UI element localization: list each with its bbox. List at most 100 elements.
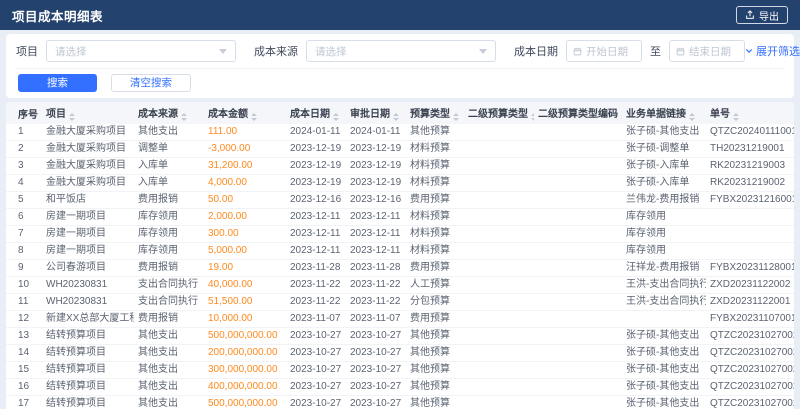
table-row: 16 结转预算项目 其他支出 400,000,000.00 2023-10-27 2023… xyxy=(6,378,794,396)
cell-index: 9 xyxy=(6,259,42,277)
cell-doc-link[interactable]: 库存领用 xyxy=(622,225,706,243)
table-row: 9 公司春游项目 费用报销 19.00 2023-11-28 2023-11-28 费用预算… xyxy=(6,259,794,277)
cell-cost-source: 其他支出 xyxy=(134,327,204,345)
cost-date-filter-label: 成本日期 xyxy=(514,46,558,58)
cell-doc-link[interactable]: 库存领用 xyxy=(622,208,706,226)
cell-approval-date: 2024-01-11 xyxy=(346,124,406,141)
cell-doc-link[interactable]: 张子硕-入库单 xyxy=(622,157,706,175)
cell-cost-date: 2023-10-27 xyxy=(286,327,346,345)
sort-icon[interactable] xyxy=(733,113,739,121)
cell-sub-budget-type xyxy=(464,140,534,158)
cell-sub-budget-type-code xyxy=(534,242,622,260)
cost-source-filter: 成本来源 请选择 xyxy=(254,40,496,62)
cell-approval-date: 2023-11-28 xyxy=(346,259,406,277)
cell-budget-type: 费用预算 xyxy=(406,191,464,209)
column-label: 预算类型 xyxy=(410,109,450,120)
cell-doc-link[interactable]: 张子硕-其他支出 xyxy=(622,378,706,396)
cell-cost-amount: 51,500.00 xyxy=(204,293,286,311)
cell-doc-link[interactable]: 张子硕-入库单 xyxy=(622,174,706,192)
column-header-cost-date[interactable]: 成本日期 xyxy=(286,102,346,124)
chevron-down-icon xyxy=(479,48,487,54)
cell-sub-budget-type-code xyxy=(534,191,622,209)
cell-doc-no: ZXD20231122002 xyxy=(706,276,794,294)
column-header-project[interactable]: 项目 xyxy=(42,102,134,124)
end-date-input[interactable]: 结束日期 xyxy=(669,40,745,62)
cell-cost-date: 2024-01-11 xyxy=(286,124,346,141)
cell-doc-no xyxy=(706,242,794,260)
cell-project: 结转预算项目 xyxy=(42,378,134,396)
cell-doc-link[interactable]: 张子硕-其他支出 xyxy=(622,344,706,362)
chevron-down-icon xyxy=(745,47,753,55)
cell-approval-date: 2023-12-19 xyxy=(346,140,406,158)
cell-cost-source: 入库单 xyxy=(134,174,204,192)
cell-project: 结转预算项目 xyxy=(42,361,134,379)
table-row: 13 结转预算项目 其他支出 500,000,000.00 2023-10-27 2023… xyxy=(6,327,794,345)
cell-budget-type: 其他预算 xyxy=(406,378,464,396)
sort-icon[interactable] xyxy=(333,113,339,121)
cost-source-select-placeholder: 请选择 xyxy=(315,45,347,58)
sort-icon[interactable] xyxy=(689,113,695,121)
project-select[interactable]: 请选择 xyxy=(46,40,236,62)
cell-index: 7 xyxy=(6,225,42,243)
cell-approval-date: 2023-12-11 xyxy=(346,225,406,243)
cell-cost-date: 2023-12-19 xyxy=(286,174,346,192)
cell-index: 12 xyxy=(6,310,42,328)
cell-sub-budget-type-code xyxy=(534,361,622,379)
column-header-doc-link[interactable]: 业务单据链接 xyxy=(622,102,706,124)
sort-icon[interactable] xyxy=(393,113,399,121)
cell-doc-link[interactable]: 张子硕-其他支出 xyxy=(622,395,706,409)
cell-sub-budget-type-code xyxy=(534,293,622,311)
column-header-sub-budget-type-code[interactable]: 二级预算类型编码 xyxy=(534,102,622,124)
cell-sub-budget-type xyxy=(464,361,534,379)
cell-budget-type: 其他预算 xyxy=(406,361,464,379)
clear-search-button[interactable]: 清空搜索 xyxy=(111,74,191,92)
cell-project: 房建一期项目 xyxy=(42,225,134,243)
cell-cost-source: 库存领用 xyxy=(134,208,204,226)
start-date-input[interactable]: 开始日期 xyxy=(566,40,642,62)
sort-icon[interactable] xyxy=(181,113,187,121)
cell-doc-link[interactable]: 库存领用 xyxy=(622,242,706,260)
cell-doc-link[interactable]: 张子硕-其他支出 xyxy=(622,361,706,379)
export-button[interactable]: 导出 xyxy=(736,6,788,24)
cell-doc-link[interactable]: 王洪-支出合同执行 xyxy=(622,276,706,294)
cell-project: 金融大厦采购项目 xyxy=(42,140,134,158)
column-label: 业务单据链接 xyxy=(626,109,686,120)
cell-sub-budget-type-code xyxy=(534,310,622,328)
cell-doc-no: QTZC20231027002 xyxy=(706,327,794,345)
cell-sub-budget-type xyxy=(464,174,534,192)
cell-sub-budget-type xyxy=(464,191,534,209)
expand-filter-toggle[interactable]: 展开筛选 xyxy=(745,43,800,59)
cell-project: 金融大厦采购项目 xyxy=(42,157,134,175)
column-header-cost-source[interactable]: 成本来源 xyxy=(134,102,204,124)
cell-doc-link[interactable]: 张子硕-调整单 xyxy=(622,140,706,158)
column-header-sub-budget-type[interactable]: 二级预算类型 xyxy=(464,102,534,124)
cost-table: 序号 项目 成本来源 成本金额 成本日期 审批日期 预算类型 二级预算类型 二级预算类型编码 业务… xyxy=(6,102,794,409)
cell-doc-link[interactable]: 王洪-支出合同执行 xyxy=(622,293,706,311)
cell-budget-type: 材料预算 xyxy=(406,225,464,243)
cell-doc-link[interactable]: 兰伟龙-费用报销 xyxy=(622,191,706,209)
search-button[interactable]: 搜索 xyxy=(18,74,97,92)
cell-doc-no: RK20231219003 xyxy=(706,157,794,175)
cell-sub-budget-type xyxy=(464,157,534,175)
table-row: 3 金融大厦采购项目 入库单 31,200.00 2023-12-19 2023-12-1… xyxy=(6,157,794,175)
cell-index: 4 xyxy=(6,174,42,192)
sort-icon[interactable] xyxy=(621,113,622,121)
column-header-approval-date[interactable]: 审批日期 xyxy=(346,102,406,124)
column-header-doc-no[interactable]: 单号 xyxy=(706,102,794,124)
cell-sub-budget-type xyxy=(464,225,534,243)
sort-icon[interactable] xyxy=(69,113,75,121)
cell-doc-link[interactable]: 汪祥龙-费用报销 xyxy=(622,259,706,277)
cell-project: WH20230831 xyxy=(42,276,134,294)
cost-source-select[interactable]: 请选择 xyxy=(306,40,496,62)
column-header-cost-amount[interactable]: 成本金额 xyxy=(204,102,286,124)
sort-icon[interactable] xyxy=(531,113,534,121)
cell-doc-link[interactable]: 张子硕-其他支出 xyxy=(622,327,706,345)
sort-icon[interactable] xyxy=(453,113,459,121)
cell-sub-budget-type-code xyxy=(534,157,622,175)
column-header-budget-type[interactable]: 预算类型 xyxy=(406,102,464,124)
cell-index: 5 xyxy=(6,191,42,209)
sort-icon[interactable] xyxy=(251,113,257,121)
filter-actions: 搜索 清空搜索 xyxy=(16,68,784,98)
cell-doc-link[interactable]: 张子硕-其他支出 xyxy=(622,124,706,141)
cell-index: 14 xyxy=(6,344,42,362)
